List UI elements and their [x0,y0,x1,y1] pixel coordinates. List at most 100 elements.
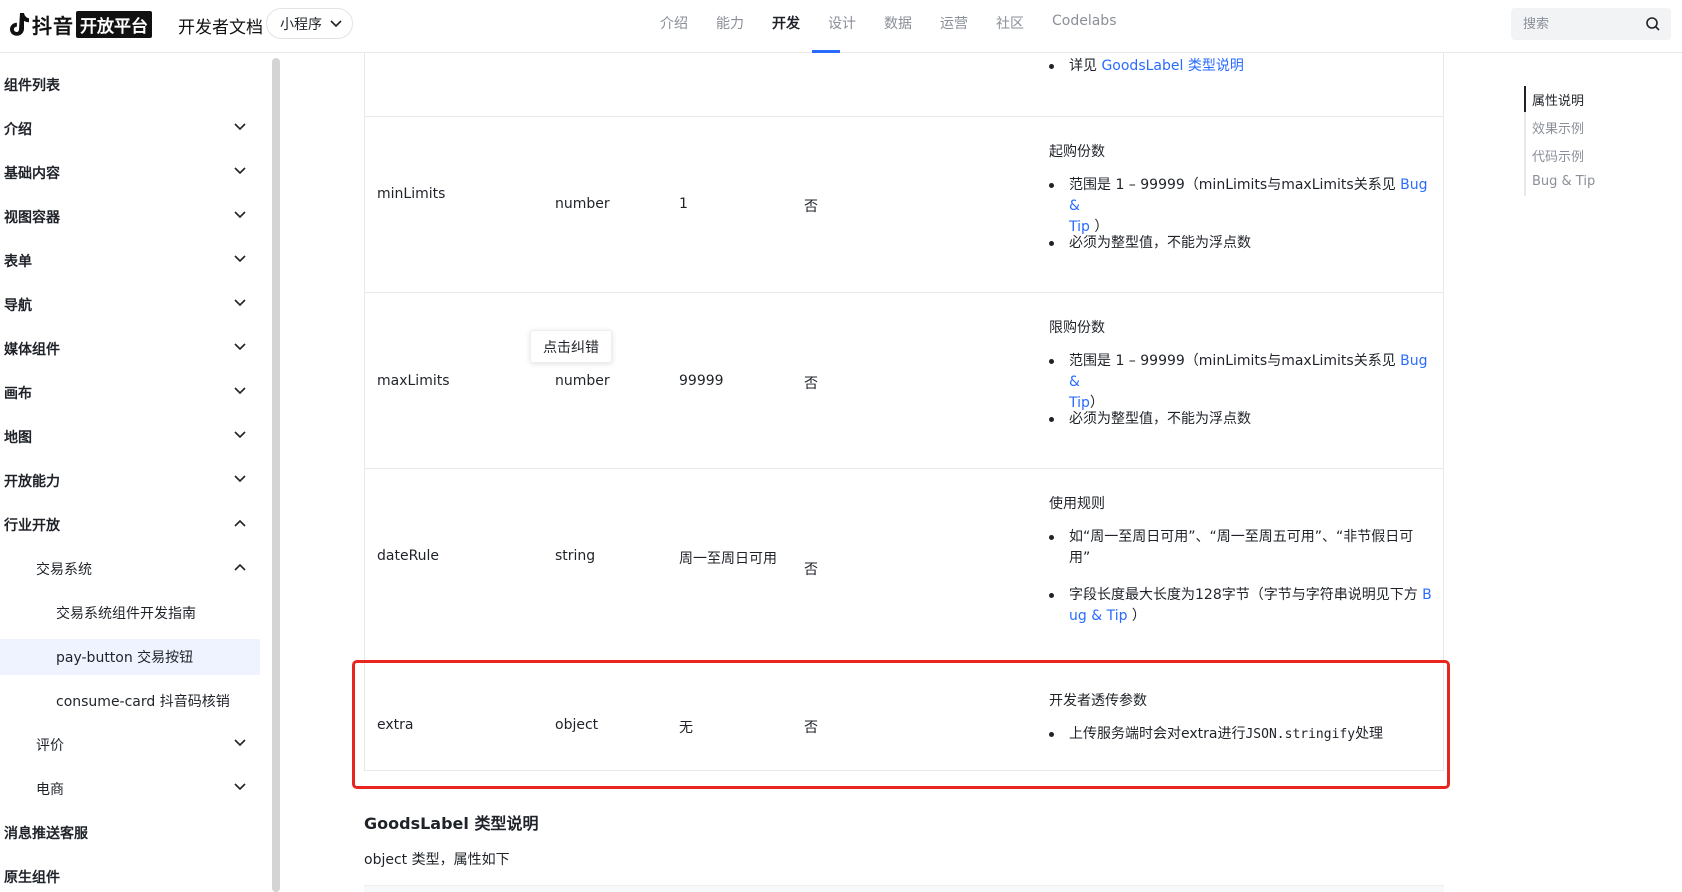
sidebar: 组件列表 介绍 基础内容 视图容器 表单 导航 媒体组件 画布 地图 开放能力 … [0,53,270,892]
nav-active-indicator [812,50,840,53]
sidebar-item-label: pay-button 交易按钮 [56,650,194,666]
param-default: 99999 [679,373,724,389]
bug-tip-link[interactable]: ug & Tip [1069,608,1127,624]
list-item: 字段长度最大长度为128字节（字节与字符串说明见下方 Bug & Tip ） [1049,585,1439,627]
param-desc-title: 起购份数 [1049,144,1105,160]
sidebar-item-label: 交易系统 [36,562,92,578]
chevron-down-icon [234,255,246,263]
bullet-text: 范围是 1 – 99999（minLimits与maxLimits关系见 [1069,353,1401,369]
param-name: maxLimits [377,373,450,389]
sidebar-item-label: 地图 [4,430,32,446]
chevron-down-icon [234,475,246,483]
sidebar-item-label: 表单 [4,254,32,270]
sidebar-item-label: 媒体组件 [4,342,60,358]
chevron-up-icon [234,519,246,527]
sidebar-item-basic-content[interactable]: 基础内容 [0,155,260,191]
tiktok-note-icon [10,13,29,36]
row-divider [364,468,1444,469]
bug-tip-link[interactable]: B [1422,587,1432,603]
sidebar-item-view-container[interactable]: 视图容器 [0,199,260,235]
search-input[interactable] [1523,14,1633,34]
chevron-up-icon [234,563,246,571]
bullet-text: 详见 [1069,58,1102,74]
nav-item-develop[interactable]: 开发 [772,13,800,33]
sidebar-item-native-component[interactable]: 原生组件 [0,859,260,892]
chevron-down-icon [234,431,246,439]
param-name: dateRule [377,548,440,564]
sidebar-item-consume-card[interactable]: consume-card 抖音码核销 [0,683,260,719]
doc-title[interactable]: 开发者文档 [178,13,263,38]
nav-item-intro[interactable]: 介绍 [660,13,688,33]
nav-item-codelabs[interactable]: Codelabs [1052,13,1117,29]
list-item: 如“周一至周日可用”、“周一至周五可用”、“非节假日可 用” [1049,527,1439,569]
toc-active-indicator [1524,86,1526,112]
nav-item-design[interactable]: 设计 [828,13,856,33]
sidebar-item-navigation[interactable]: 导航 [0,287,260,323]
sidebar-item-label: consume-card 抖音码核销 [56,694,230,710]
sidebar-item-ecommerce[interactable]: 电商 [0,771,260,807]
sidebar-item-media[interactable]: 媒体组件 [0,331,260,367]
search-box[interactable] [1511,8,1671,40]
sidebar-item-open-ability[interactable]: 开放能力 [0,463,260,499]
chevron-down-icon [330,19,342,27]
sidebar-item-pay-button[interactable]: pay-button 交易按钮 [0,639,260,675]
sidebar-item-label: 基础内容 [4,166,60,182]
section-title: GoodsLabel 类型说明 [364,814,539,833]
bullet-text: ） [1127,608,1146,624]
param-desc-title: 限购份数 [1049,320,1105,336]
sidebar-item-label: 画布 [4,386,32,402]
chevron-down-icon [234,783,246,791]
bullet-text: 字段长度最大长度为128字节（字节与字符串说明见下方 [1069,587,1423,603]
nav-item-operation[interactable]: 运营 [940,13,968,33]
sidebar-item-form[interactable]: 表单 [0,243,260,279]
param-type: number [555,196,610,212]
sidebar-item-review[interactable]: 评价 [0,727,260,763]
section-text: object 类型，属性如下 [364,852,510,868]
chevron-down-icon [234,123,246,131]
sidebar-scrollbar[interactable] [272,58,280,892]
nav-item-community[interactable]: 社区 [996,13,1024,33]
nav-item-data[interactable]: 数据 [884,13,912,33]
sidebar-item-message-service[interactable]: 消息推送客服 [0,815,260,851]
param-required: 否 [804,199,818,215]
sidebar-item-label: 评价 [36,738,64,754]
param-desc-title: 使用规则 [1049,496,1105,512]
nav-item-ability[interactable]: 能力 [716,13,744,33]
bullet-text: 用” [1069,550,1091,566]
sidebar-item-map[interactable]: 地图 [0,419,260,455]
sidebar-item-intro[interactable]: 介绍 [0,111,260,147]
sidebar-item-industry-open[interactable]: 行业开放 [0,507,260,543]
feedback-tooltip[interactable]: 点击纠错 [530,330,612,363]
sidebar-item-label: 行业开放 [4,518,60,534]
sidebar-item-label: 导航 [4,298,32,314]
toc-item-properties[interactable]: 属性说明 [1532,90,1584,109]
row-divider [364,292,1444,293]
sidebar-item-component-list[interactable]: 组件列表 [0,67,260,103]
chevron-down-icon [234,739,246,747]
param-default: 周一至周日可用 [679,551,777,567]
list-item: 范围是 1 – 99999（minLimits与maxLimits关系见 Bug… [1049,351,1439,414]
sidebar-item-canvas[interactable]: 画布 [0,375,260,411]
param-type: number [555,373,610,389]
toc-item-effect-example[interactable]: 效果示例 [1532,118,1584,137]
sidebar-item-trade-guide[interactable]: 交易系统组件开发指南 [0,595,260,631]
list-item: 范围是 1 – 99999（minLimits与maxLimits关系见 Bug… [1049,175,1439,238]
sidebar-item-label: 交易系统组件开发指南 [56,606,196,622]
chevron-down-icon [234,211,246,219]
row-divider [364,116,1444,117]
param-required: 否 [804,376,818,392]
product-select[interactable]: 小程序 [266,8,353,39]
product-select-label: 小程序 [280,16,322,33]
toc-item-code-example[interactable]: 代码示例 [1532,146,1584,165]
search-icon[interactable] [1645,16,1661,32]
chevron-down-icon [234,167,246,175]
sidebar-item-label: 介绍 [4,122,32,138]
goodslabel-link[interactable]: GoodsLabel 类型说明 [1101,58,1243,74]
douyin-logo[interactable]: 抖音 开放平台 [6,10,152,38]
bullet-text: 如“周一至周日可用”、“周一至周五可用”、“非节假日可 [1069,529,1414,545]
list-item: 必须为整型值，不能为浮点数 [1049,409,1251,430]
toc-item-bug-tip[interactable]: Bug & Tip [1532,174,1595,189]
sidebar-item-trade-system[interactable]: 交易系统 [0,551,260,587]
bullet-text: 范围是 1 – 99999（minLimits与maxLimits关系见 [1069,177,1401,193]
sidebar-item-label: 视图容器 [4,210,60,226]
